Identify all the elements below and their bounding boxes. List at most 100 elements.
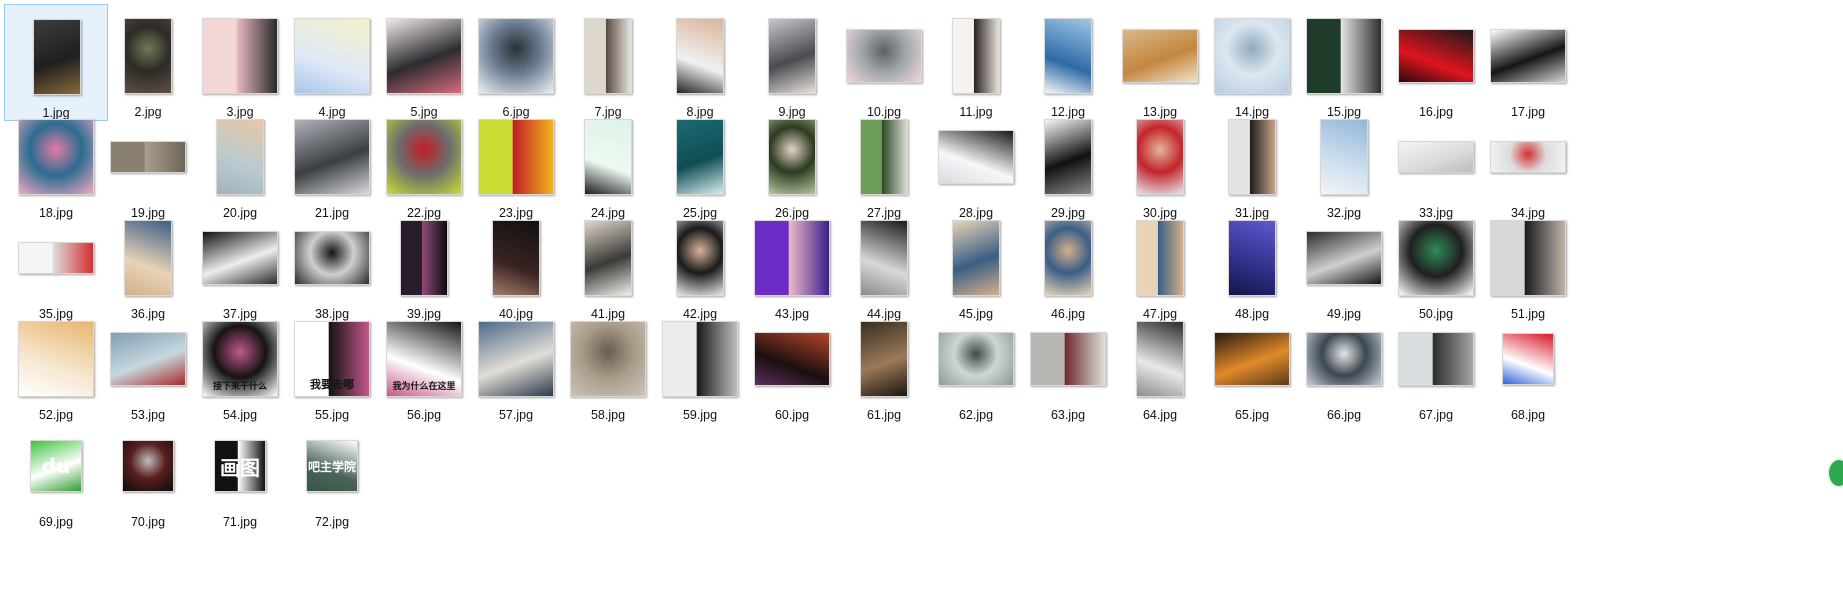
image-thumbnail[interactable] — [1490, 220, 1566, 296]
image-thumbnail[interactable] — [1398, 141, 1474, 173]
file-item[interactable]: 66.jpg — [1292, 307, 1396, 424]
file-item[interactable]: 65.jpg — [1200, 307, 1304, 424]
file-item[interactable]: 35.jpg — [4, 206, 108, 323]
image-thumbnail[interactable] — [952, 220, 1000, 296]
image-thumbnail[interactable] — [1136, 220, 1184, 296]
file-item[interactable]: 10.jpg — [832, 4, 936, 121]
image-thumbnail[interactable] — [1214, 332, 1290, 386]
file-item[interactable]: 22.jpg — [372, 105, 476, 222]
image-thumbnail[interactable] — [768, 18, 816, 94]
image-thumbnail[interactable] — [294, 18, 370, 94]
image-thumbnail[interactable] — [18, 119, 94, 195]
file-item[interactable]: 13.jpg — [1108, 4, 1212, 121]
image-thumbnail[interactable] — [860, 220, 908, 296]
image-thumbnail[interactable] — [202, 231, 278, 285]
image-thumbnail[interactable] — [1136, 321, 1184, 397]
file-item[interactable]: 21.jpg — [280, 105, 384, 222]
image-thumbnail[interactable] — [1044, 119, 1092, 195]
image-thumbnail[interactable] — [676, 18, 724, 94]
file-item[interactable]: 我要去哪 55.jpg — [280, 307, 384, 424]
image-thumbnail[interactable] — [662, 321, 738, 397]
image-thumbnail[interactable] — [1490, 29, 1566, 83]
image-thumbnail[interactable] — [952, 18, 1000, 94]
image-thumbnail[interactable] — [1398, 29, 1474, 83]
file-item[interactable]: 26.jpg — [740, 105, 844, 222]
file-item[interactable]: 19.jpg — [96, 105, 200, 222]
image-thumbnail[interactable] — [216, 119, 264, 195]
file-item[interactable]: 60.jpg — [740, 307, 844, 424]
image-thumbnail[interactable] — [584, 220, 632, 296]
image-thumbnail[interactable] — [860, 321, 908, 397]
image-thumbnail[interactable] — [768, 119, 816, 195]
file-item[interactable]: 24.jpg — [556, 105, 660, 222]
file-item[interactable]: 52.jpg — [4, 307, 108, 424]
image-thumbnail[interactable] — [1030, 332, 1106, 386]
file-item[interactable]: 2.jpg — [96, 4, 200, 121]
file-item[interactable]: 23.jpg — [464, 105, 568, 222]
image-thumbnail[interactable] — [122, 440, 174, 492]
image-thumbnail[interactable] — [478, 18, 554, 94]
file-item[interactable]: 41.jpg — [556, 206, 660, 323]
image-thumbnail[interactable] — [1306, 231, 1382, 285]
image-thumbnail[interactable] — [860, 119, 908, 195]
file-item[interactable]: 39.jpg — [372, 206, 476, 323]
image-thumbnail[interactable] — [110, 332, 186, 386]
file-item[interactable]: 30.jpg — [1108, 105, 1212, 222]
image-thumbnail[interactable] — [1320, 119, 1368, 195]
image-thumbnail[interactable] — [1228, 119, 1276, 195]
file-item[interactable]: 15.jpg — [1292, 4, 1396, 121]
image-thumbnail[interactable] — [386, 119, 462, 195]
file-item[interactable]: 25.jpg — [648, 105, 752, 222]
image-thumbnail[interactable] — [1122, 29, 1198, 83]
image-thumbnail[interactable]: 我要去哪 — [294, 321, 370, 397]
file-item[interactable]: 28.jpg — [924, 105, 1028, 222]
file-item[interactable]: 5.jpg — [372, 4, 476, 121]
image-thumbnail[interactable] — [33, 19, 81, 95]
image-thumbnail[interactable] — [478, 321, 554, 397]
file-item[interactable]: 44.jpg — [832, 206, 936, 323]
image-thumbnail[interactable] — [18, 321, 94, 397]
file-item[interactable]: 17.jpg — [1476, 4, 1580, 121]
image-thumbnail[interactable] — [570, 321, 646, 397]
image-thumbnail[interactable] — [676, 119, 724, 195]
file-item[interactable]: 32.jpg — [1292, 105, 1396, 222]
file-item[interactable]: 4.jpg — [280, 4, 384, 121]
image-thumbnail[interactable] — [584, 18, 632, 94]
image-thumbnail[interactable] — [1044, 18, 1092, 94]
file-item[interactable]: 36.jpg — [96, 206, 200, 323]
file-item[interactable]: 48.jpg — [1200, 206, 1304, 323]
file-item[interactable]: 50.jpg — [1384, 206, 1488, 323]
file-item[interactable]: 62.jpg — [924, 307, 1028, 424]
file-item[interactable]: 64.jpg — [1108, 307, 1212, 424]
file-item[interactable]: 9.jpg — [740, 4, 844, 121]
file-item[interactable]: 画图 71.jpg — [188, 414, 292, 531]
image-thumbnail[interactable] — [1502, 333, 1554, 385]
image-thumbnail[interactable] — [492, 220, 540, 296]
file-item[interactable]: 40.jpg — [464, 206, 568, 323]
file-item[interactable]: 42.jpg — [648, 206, 752, 323]
file-item[interactable]: 67.jpg — [1384, 307, 1488, 424]
file-item[interactable]: 38.jpg — [280, 206, 384, 323]
file-item[interactable]: 吧主学院 72.jpg — [280, 414, 384, 531]
image-thumbnail[interactable] — [676, 220, 724, 296]
file-item[interactable]: 70.jpg — [96, 414, 200, 531]
image-thumbnail[interactable] — [124, 18, 172, 94]
file-item[interactable]: 16.jpg — [1384, 4, 1488, 121]
file-item[interactable]: 12.jpg — [1016, 4, 1120, 121]
image-thumbnail[interactable] — [294, 119, 370, 195]
image-thumbnail[interactable] — [1490, 141, 1566, 173]
image-thumbnail[interactable] — [1044, 220, 1092, 296]
file-item[interactable]: 11.jpg — [924, 4, 1028, 121]
file-item[interactable]: 6.jpg — [464, 4, 568, 121]
image-thumbnail[interactable]: du — [30, 440, 82, 492]
image-thumbnail[interactable] — [754, 220, 830, 296]
file-item[interactable]: 51.jpg — [1476, 206, 1580, 323]
file-item[interactable]: 20.jpg — [188, 105, 292, 222]
file-item[interactable]: 我为什么在这里 56.jpg — [372, 307, 476, 424]
file-item[interactable]: 57.jpg — [464, 307, 568, 424]
image-thumbnail[interactable] — [938, 130, 1014, 184]
image-thumbnail[interactable]: 吧主学院 — [306, 440, 358, 492]
image-thumbnail[interactable] — [846, 29, 922, 83]
file-item[interactable]: 1.jpg — [4, 4, 108, 121]
file-item[interactable]: 18.jpg — [4, 105, 108, 222]
